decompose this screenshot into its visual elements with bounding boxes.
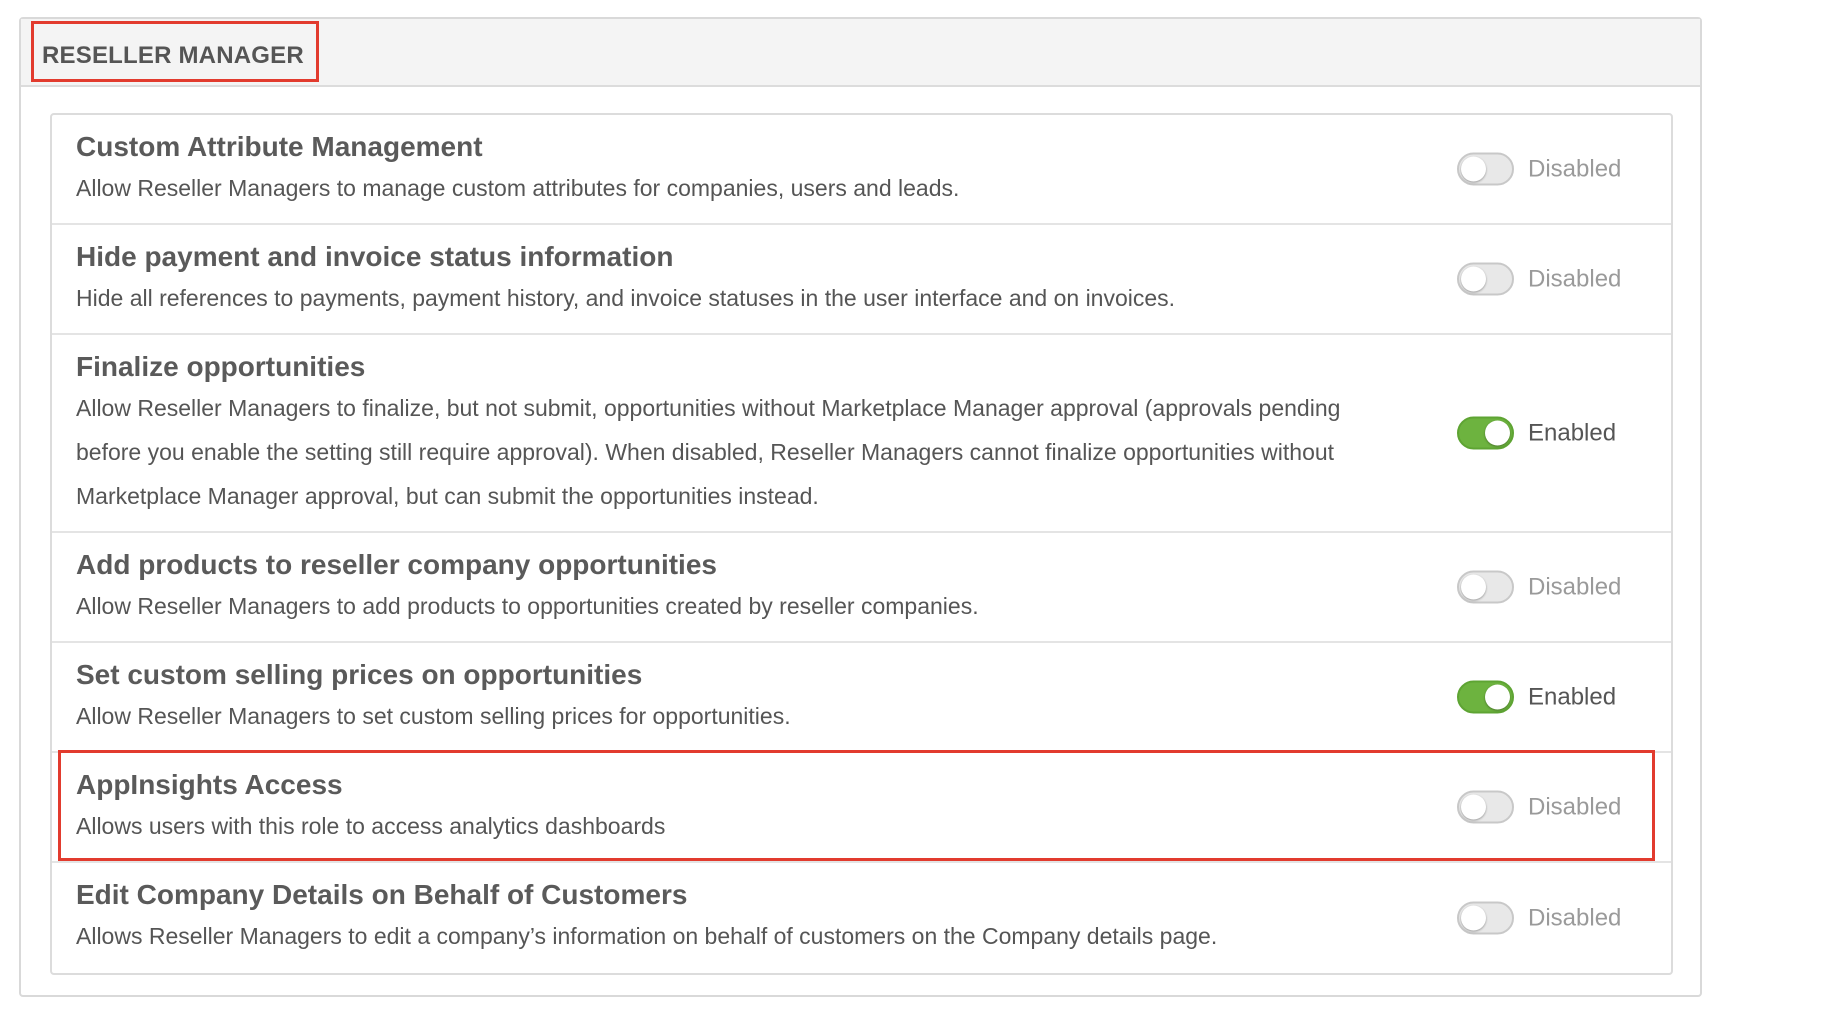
toggle-group: Enabled bbox=[1457, 680, 1617, 714]
add-products-reseller-opportunities-toggle[interactable] bbox=[1457, 570, 1514, 604]
custom-attribute-management-toggle[interactable] bbox=[1457, 152, 1514, 186]
settings-list: Custom Attribute Management Allow Resell… bbox=[50, 113, 1673, 975]
setting-row-custom-attribute-management: Custom Attribute Management Allow Resell… bbox=[52, 115, 1671, 225]
toggle-status-label: Disabled bbox=[1528, 573, 1622, 600]
setting-description: Allow Reseller Managers to manage custom… bbox=[76, 175, 960, 201]
toggle-status-label: Disabled bbox=[1528, 155, 1622, 182]
setting-description: Allow Reseller Managers to finalize, but… bbox=[76, 395, 1341, 509]
edit-company-details-toggle[interactable] bbox=[1457, 901, 1514, 935]
setting-row-finalize-opportunities: Finalize opportunities Allow Reseller Ma… bbox=[52, 335, 1671, 533]
setting-row-appinsights-access: AppInsights Access Allows users with thi… bbox=[52, 753, 1671, 863]
setting-title: Hide payment and invoice status informat… bbox=[76, 241, 674, 272]
toggle-group: Disabled bbox=[1457, 262, 1622, 296]
toggle-group: Enabled bbox=[1457, 416, 1617, 450]
setting-title: Set custom selling prices on opportuniti… bbox=[76, 659, 643, 690]
setting-row-edit-company-details: Edit Company Details on Behalf of Custom… bbox=[52, 863, 1671, 973]
setting-row-hide-payment-invoice-status: Hide payment and invoice status informat… bbox=[52, 225, 1671, 335]
toggle-knob bbox=[1461, 794, 1486, 820]
setting-row-custom-selling-prices: Set custom selling prices on opportuniti… bbox=[52, 643, 1671, 753]
setting-title: Add products to reseller company opportu… bbox=[76, 549, 717, 580]
toggle-knob bbox=[1461, 905, 1486, 931]
toggle-status-label: Disabled bbox=[1528, 904, 1622, 931]
setting-title: Edit Company Details on Behalf of Custom… bbox=[76, 879, 688, 910]
toggle-knob bbox=[1485, 684, 1510, 710]
setting-description: Allow Reseller Managers to add products … bbox=[76, 593, 979, 619]
appinsights-access-toggle[interactable] bbox=[1457, 790, 1514, 824]
reseller-manager-panel: RESELLER MANAGER Custom Attribute Manage… bbox=[19, 17, 1702, 997]
setting-description: Allows Reseller Managers to edit a compa… bbox=[76, 923, 1218, 949]
panel-header: RESELLER MANAGER bbox=[21, 19, 1700, 87]
toggle-knob bbox=[1461, 574, 1486, 600]
toggle-group: Disabled bbox=[1457, 901, 1622, 935]
toggle-status-label: Enabled bbox=[1528, 683, 1617, 710]
setting-row-add-products-reseller-opportunities: Add products to reseller company opportu… bbox=[52, 533, 1671, 643]
toggle-knob bbox=[1461, 266, 1486, 292]
toggle-knob bbox=[1485, 420, 1510, 446]
setting-description: Allow Reseller Managers to set custom se… bbox=[76, 703, 791, 729]
toggle-status-label: Enabled bbox=[1528, 419, 1617, 446]
toggle-status-label: Disabled bbox=[1528, 265, 1622, 292]
toggle-knob bbox=[1461, 156, 1486, 182]
custom-selling-prices-toggle[interactable] bbox=[1457, 680, 1514, 714]
setting-title: Finalize opportunities bbox=[76, 351, 366, 382]
toggle-status-label: Disabled bbox=[1528, 793, 1622, 820]
setting-description: Hide all references to payments, payment… bbox=[76, 285, 1176, 311]
toggle-group: Disabled bbox=[1457, 570, 1622, 604]
hide-payment-invoice-status-toggle[interactable] bbox=[1457, 262, 1514, 296]
section-title: RESELLER MANAGER bbox=[42, 42, 304, 69]
finalize-opportunities-toggle[interactable] bbox=[1457, 416, 1514, 450]
setting-description: Allows users with this role to access an… bbox=[76, 813, 666, 839]
setting-title: Custom Attribute Management bbox=[76, 131, 483, 162]
setting-title: AppInsights Access bbox=[76, 769, 343, 800]
toggle-group: Disabled bbox=[1457, 152, 1622, 186]
toggle-group: Disabled bbox=[1457, 790, 1622, 824]
